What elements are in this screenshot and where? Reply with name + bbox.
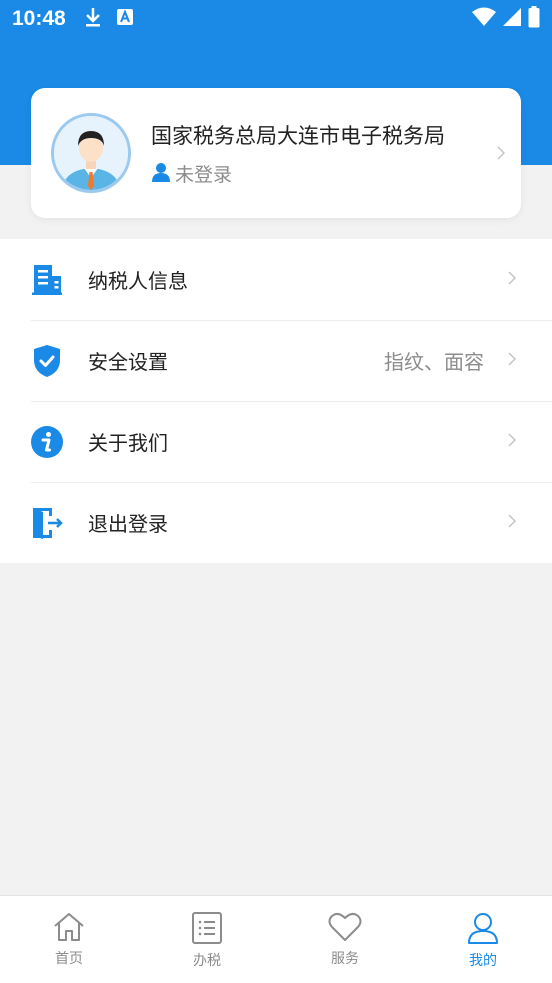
person-icon [151,162,171,186]
signal-icon [502,7,522,31]
tab-home[interactable]: 首页 [0,896,138,983]
status-bar: 10:48 [0,0,552,38]
tab-label: 服务 [331,951,359,967]
heart-icon [328,912,362,946]
tab-label: 办税 [193,953,221,969]
tab-mine[interactable]: 我的 [414,896,552,983]
a-badge-icon [116,8,134,30]
settings-menu: 纳税人信息 安全设置 指纹、面容 关于我们 退出登录 [0,239,552,563]
login-status[interactable]: 未登录 [151,160,232,187]
profile-card[interactable]: 国家税务总局大连市电子税务局 未登录 [31,88,521,218]
menu-label: 安全设置 [88,350,168,374]
menu-item-logout[interactable]: 退出登录 [0,482,552,563]
list-icon [191,912,223,948]
status-time: 10:48 [12,7,66,30]
building-icon [30,263,64,297]
menu-label: 退出登录 [88,512,168,536]
tab-label: 我的 [469,953,497,969]
chevron-right-icon [508,269,517,290]
download-icon [84,6,102,32]
home-icon [53,912,85,946]
chevron-right-icon [497,144,506,165]
shield-check-icon [30,344,64,378]
wifi-icon [472,7,496,31]
tab-label: 首页 [55,951,83,967]
tab-tax[interactable]: 办税 [138,896,276,983]
info-icon [30,425,64,459]
tab-service[interactable]: 服务 [276,896,414,983]
menu-label: 纳税人信息 [88,269,188,293]
profile-name: 国家税务总局大连市电子税务局 [151,124,445,148]
chevron-right-icon [508,512,517,533]
menu-item-taxpayer-info[interactable]: 纳税人信息 [0,239,552,320]
menu-item-about[interactable]: 关于我们 [0,401,552,482]
battery-icon [528,6,540,32]
menu-label: 关于我们 [88,431,168,455]
bottom-tab-bar: 首页 办税 服务 我的 [0,895,552,983]
user-icon [467,912,499,948]
menu-value: 指纹、面容 [384,350,484,374]
chevron-right-icon [508,431,517,452]
chevron-right-icon [508,350,517,371]
logout-door-icon [30,506,64,540]
login-status-label: 未登录 [175,164,233,186]
user-avatar-icon [51,113,131,193]
menu-item-security[interactable]: 安全设置 指纹、面容 [0,320,552,401]
